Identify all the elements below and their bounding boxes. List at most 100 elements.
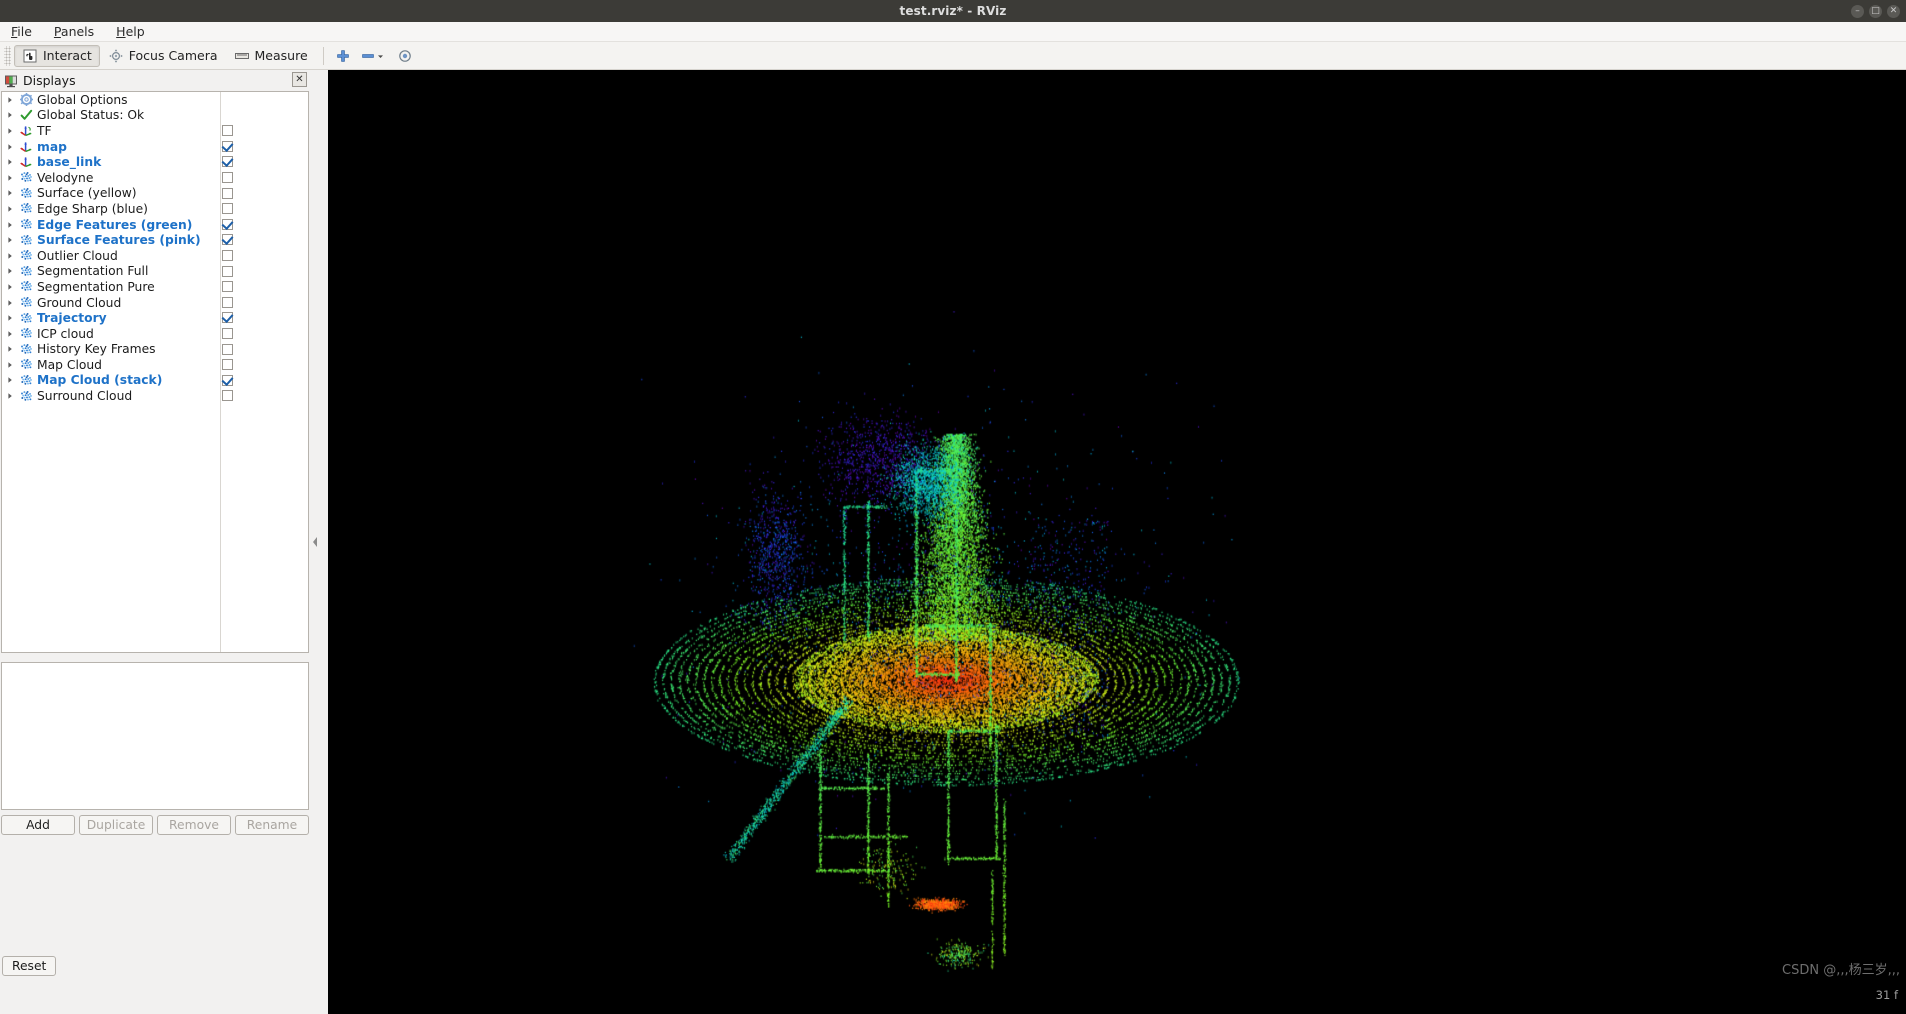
tree-item-checkbox[interactable] (222, 312, 233, 324)
fps-indicator: 31 f (1875, 988, 1898, 1002)
zoom-in-button[interactable] (331, 45, 355, 67)
tree-item-checkbox[interactable] (222, 125, 233, 137)
expand-arrow-icon[interactable] (2, 314, 18, 322)
tree-item-velodyne[interactable]: Velodyne (2, 170, 308, 186)
displays-tree[interactable]: Global Options Global Status: Ok TF map base… (1, 91, 309, 653)
chevron-down-icon[interactable] (377, 48, 384, 63)
panel-splitter[interactable] (311, 70, 320, 1014)
maximize-button[interactable]: □ (1869, 4, 1882, 18)
tree-item-surface-features-pink[interactable]: Surface Features (pink) (2, 232, 308, 248)
expand-arrow-icon[interactable] (2, 376, 18, 384)
tree-item-checkbox[interactable] (222, 156, 233, 168)
tree-item-trajectory[interactable]: Trajectory (2, 310, 308, 326)
tree-item-checkbox[interactable] (222, 296, 233, 308)
render-viewport[interactable]: CSDN @,,,杨三岁,,, (328, 70, 1906, 984)
tree-item-global-status-ok[interactable]: Global Status: Ok (2, 108, 308, 124)
tree-item-segmentation-full[interactable]: Segmentation Full (2, 264, 308, 280)
tree-item-checkbox[interactable] (222, 359, 233, 371)
menu-panels[interactable]: Panels (51, 23, 97, 40)
tree-item-checkbox[interactable] (222, 281, 233, 293)
tree-item-label: Velodyne (37, 170, 94, 185)
menu-bar: File Panels Help (0, 22, 1906, 42)
toolbar-grip[interactable] (4, 45, 11, 66)
collapse-left-icon[interactable] (311, 535, 320, 549)
tool-interact[interactable]: Interact (14, 44, 100, 67)
tree-item-checkbox[interactable] (222, 249, 233, 261)
minimize-button[interactable]: – (1851, 4, 1864, 18)
expand-arrow-icon[interactable] (2, 189, 18, 197)
tree-item-checkbox[interactable] (222, 343, 233, 355)
tree-item-edge-features-green[interactable]: Edge Features (green) (2, 217, 308, 233)
expand-arrow-icon[interactable] (2, 174, 18, 182)
add-button[interactable]: Add (1, 815, 75, 835)
menu-file[interactable]: File (8, 23, 35, 40)
tree-item-checkbox[interactable] (222, 265, 233, 277)
title-bar: test.rviz* - RViz – □ ✕ (0, 0, 1906, 22)
expand-arrow-icon[interactable] (2, 330, 18, 338)
tree-item-checkbox[interactable] (222, 390, 233, 402)
pointcloud-icon (18, 343, 34, 356)
tree-item-label: Segmentation Full (37, 264, 149, 279)
expand-arrow-icon[interactable] (2, 236, 18, 244)
duplicate-button[interactable]: Duplicate (79, 815, 153, 835)
tree-item-icp-cloud[interactable]: ICP cloud (2, 326, 308, 342)
tree-item-base-link[interactable]: base_link (2, 154, 308, 170)
tree-item-ground-cloud[interactable]: Ground Cloud (2, 295, 308, 311)
tree-item-segmentation-pure[interactable]: Segmentation Pure (2, 279, 308, 295)
expand-arrow-icon[interactable] (2, 345, 18, 353)
tree-item-label: Edge Sharp (blue) (37, 201, 148, 216)
axes-icon (18, 155, 34, 169)
close-button[interactable]: ✕ (1887, 4, 1900, 18)
expand-arrow-icon[interactable] (2, 143, 18, 151)
expand-arrow-icon[interactable] (2, 299, 18, 307)
pointcloud-icon (18, 374, 34, 387)
expand-arrow-icon[interactable] (2, 361, 18, 369)
tree-item-surround-cloud[interactable]: Surround Cloud (2, 388, 308, 404)
tool-measure[interactable]: Measure (226, 45, 316, 67)
expand-arrow-icon[interactable] (2, 96, 18, 104)
displays-panel-close-button[interactable]: ✕ (292, 72, 307, 87)
tool-focus-camera[interactable]: Focus Camera (100, 45, 226, 67)
tree-item-map-cloud[interactable]: Map Cloud (2, 357, 308, 373)
expand-arrow-icon[interactable] (2, 111, 18, 119)
window-title: test.rviz* - RViz (899, 4, 1007, 18)
tree-item-history-key-frames[interactable]: History Key Frames (2, 342, 308, 358)
tree-item-checkbox[interactable] (222, 218, 233, 230)
expand-arrow-icon[interactable] (2, 252, 18, 260)
pointcloud-icon (18, 327, 34, 340)
remove-button[interactable]: Remove (157, 815, 231, 835)
point-cloud-canvas[interactable] (328, 70, 1906, 984)
zoom-out-button[interactable] (355, 45, 389, 67)
pointcloud-icon (18, 249, 34, 262)
tree-item-tf[interactable]: TF (2, 123, 308, 139)
property-editor-panel[interactable] (1, 662, 309, 810)
expand-arrow-icon[interactable] (2, 221, 18, 229)
tree-item-map-cloud-stack[interactable]: Map Cloud (stack) (2, 373, 308, 389)
rename-button[interactable]: Rename (235, 815, 309, 835)
tree-item-checkbox[interactable] (222, 327, 233, 339)
tree-item-checkbox[interactable] (222, 171, 233, 183)
tree-item-checkbox[interactable] (222, 187, 233, 199)
pointcloud-icon (18, 234, 34, 247)
tree-item-edge-sharp-blue[interactable]: Edge Sharp (blue) (2, 201, 308, 217)
reset-button[interactable]: Reset (2, 956, 57, 976)
tree-item-checkbox[interactable] (222, 203, 233, 215)
tree-item-label: Map Cloud (stack) (37, 373, 163, 388)
expand-arrow-icon[interactable] (2, 127, 18, 135)
expand-arrow-icon[interactable] (2, 267, 18, 275)
menu-help[interactable]: Help (113, 23, 148, 40)
expand-arrow-icon[interactable] (2, 283, 18, 291)
tree-item-checkbox[interactable] (222, 234, 233, 246)
view-eye-button[interactable] (393, 45, 417, 67)
tree-item-checkbox[interactable] (222, 374, 233, 386)
tree-item-global-options[interactable]: Global Options (2, 92, 308, 108)
tree-item-outlier-cloud[interactable]: Outlier Cloud (2, 248, 308, 264)
main-toolbar: Interact Focus Camera Measure (0, 42, 1906, 70)
expand-arrow-icon[interactable] (2, 392, 18, 400)
tree-item-checkbox[interactable] (222, 140, 233, 152)
tree-item-surface-yellow[interactable]: Surface (yellow) (2, 186, 308, 202)
tree-item-label: Global Status: Ok (37, 108, 145, 123)
expand-arrow-icon[interactable] (2, 205, 18, 213)
tree-item-map[interactable]: map (2, 139, 308, 155)
expand-arrow-icon[interactable] (2, 158, 18, 166)
